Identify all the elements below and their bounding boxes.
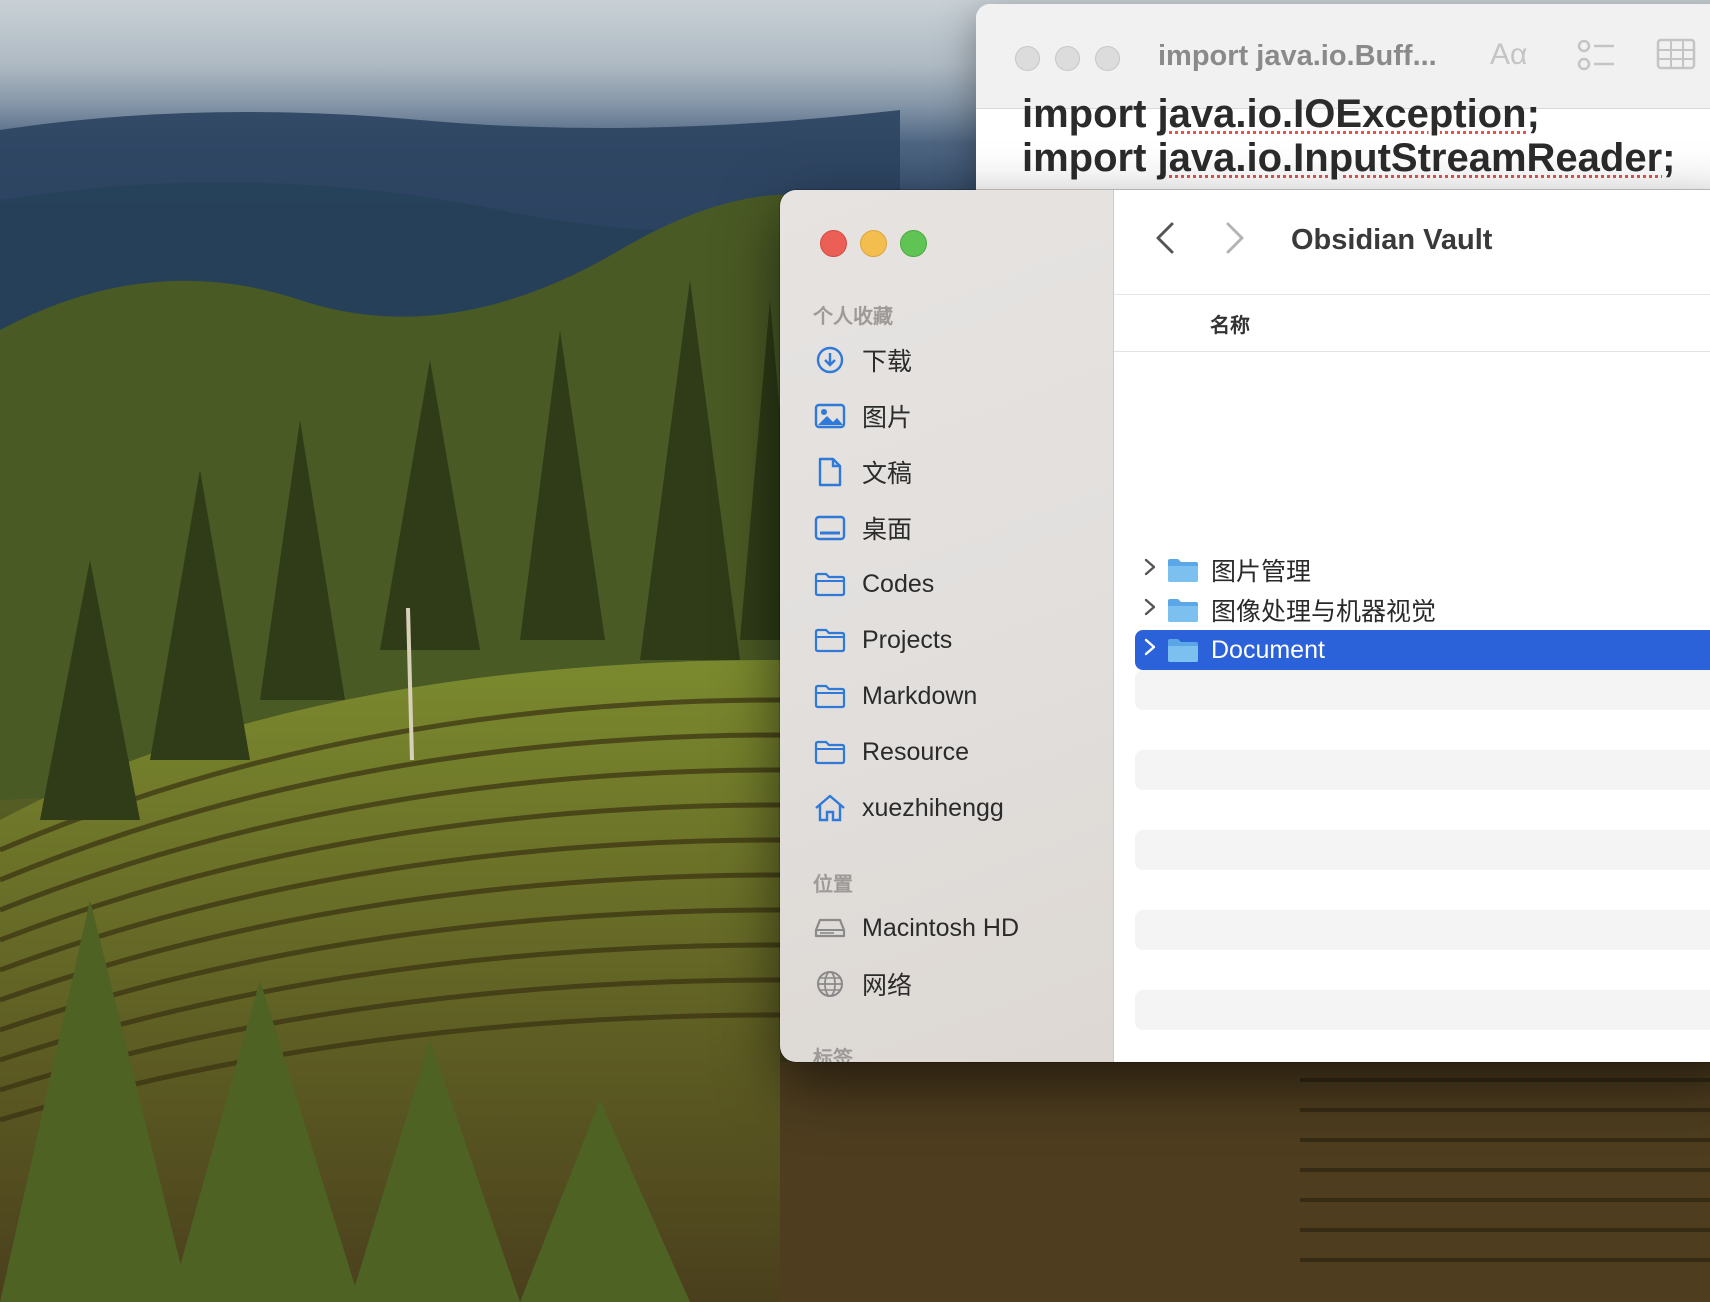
- code-text[interactable]: x import java.io.IOException; import jav…: [1022, 90, 1675, 180]
- code-line: import java.io.InputStreamReader;: [1022, 136, 1675, 180]
- home-icon: [812, 790, 848, 826]
- finder-content[interactable]: Obsidian Vault 名称 图片管理 图像处理与机器视觉 Documen…: [1114, 190, 1710, 1062]
- favorites-section-title: 个人收藏: [813, 306, 893, 328]
- disclosure-chevron-icon[interactable]: [1135, 557, 1165, 583]
- semicolon: ;: [1526, 92, 1540, 136]
- harddisk-icon: [812, 910, 848, 946]
- sidebar-item-label: 文稿: [862, 460, 913, 488]
- back-button[interactable]: [1154, 220, 1176, 265]
- photos-icon: [812, 398, 848, 434]
- misspelled-text: java.io.InputStreamReader: [1157, 136, 1663, 180]
- misspelled-text: java.io.IOException: [1157, 92, 1527, 136]
- document-icon: [812, 454, 848, 490]
- folder-icon: [1168, 639, 1198, 662]
- empty-row: [1135, 990, 1710, 1030]
- sidebar-item-label: Markdown: [862, 681, 978, 710]
- column-header-label: 名称: [1210, 315, 1250, 337]
- window-title: import java.io.Buff...: [1158, 40, 1437, 72]
- list-item[interactable]: 图像处理与机器视觉: [1135, 590, 1710, 630]
- forward-button[interactable]: [1224, 220, 1246, 265]
- locations-section-title: 位置: [813, 874, 853, 896]
- font-icon[interactable]: Aα: [1490, 38, 1527, 72]
- sidebar-item-label: 图片: [862, 404, 913, 432]
- folder-icon: [812, 734, 848, 770]
- sidebar-item-pictures[interactable]: 图片: [812, 394, 1102, 438]
- empty-row: [1135, 830, 1710, 870]
- sidebar-item-projects[interactable]: Projects: [812, 618, 1102, 662]
- sidebar-item-resource[interactable]: Resource: [812, 730, 1102, 774]
- close-button[interactable]: [820, 230, 847, 257]
- minimize-button[interactable]: [1055, 46, 1080, 71]
- zoom-button[interactable]: [1095, 46, 1120, 71]
- sidebar-item-label: Macintosh HD: [862, 913, 1019, 942]
- folder-icon: [812, 678, 848, 714]
- sidebar-item-label: 下载: [862, 348, 913, 376]
- finder-toolbar[interactable]: Obsidian Vault: [1114, 190, 1710, 294]
- semicolon: ;: [1662, 136, 1676, 180]
- keyword: import: [1022, 92, 1158, 136]
- folder-icon: [812, 622, 848, 658]
- download-icon: [812, 342, 848, 378]
- zoom-button[interactable]: [900, 230, 927, 257]
- disclosure-chevron-icon[interactable]: [1135, 597, 1165, 623]
- list-item[interactable]: 图片管理: [1135, 550, 1710, 590]
- file-name: 图像处理与机器视觉: [1211, 598, 1437, 626]
- disclosure-chevron-icon[interactable]: [1135, 637, 1165, 663]
- folder-title: Obsidian Vault: [1291, 224, 1493, 256]
- file-name: Document: [1211, 635, 1325, 664]
- sidebar-item-label: 桌面: [862, 516, 913, 544]
- sidebar-item-label: Resource: [862, 737, 969, 766]
- file-name: 图片管理: [1211, 558, 1312, 586]
- network-icon: [812, 966, 848, 1002]
- sidebar-item-label: Projects: [862, 625, 953, 654]
- folder-icon: [812, 566, 848, 602]
- finder-window[interactable]: 个人收藏 下载 图片 文稿 桌面 Codes Projects Markdown…: [780, 190, 1710, 1062]
- tags-section-title: 标签: [813, 1048, 853, 1062]
- code-line: x: [1022, 70, 1675, 92]
- finder-sidebar[interactable]: 个人收藏 下载 图片 文稿 桌面 Codes Projects Markdown…: [780, 190, 1114, 1062]
- keyword: import: [1022, 136, 1158, 180]
- chevron-left-icon: [1156, 222, 1174, 254]
- sidebar-item-desktop[interactable]: 桌面: [812, 506, 1102, 550]
- sidebar-item-label: 网络: [862, 972, 913, 1000]
- empty-row: [1135, 750, 1710, 790]
- sidebar-item-network[interactable]: 网络: [812, 962, 1102, 1006]
- sidebar-item-label: Codes: [862, 569, 935, 598]
- sidebar-item-macintosh-hd[interactable]: Macintosh HD: [812, 906, 1102, 950]
- sidebar-item-codes[interactable]: Codes: [812, 562, 1102, 606]
- empty-row: [1135, 670, 1710, 710]
- sidebar-item-home[interactable]: xuezhihengg: [812, 786, 1102, 830]
- folder-icon: [1168, 599, 1198, 622]
- close-button[interactable]: [1015, 46, 1040, 71]
- folder-icon: [1168, 559, 1198, 582]
- column-header-name[interactable]: 名称: [1114, 294, 1710, 352]
- sidebar-item-label: xuezhihengg: [862, 793, 1004, 822]
- empty-row: [1135, 910, 1710, 950]
- sidebar-item-markdown[interactable]: Markdown: [812, 674, 1102, 718]
- code-line: import java.io.IOException;: [1022, 92, 1675, 136]
- list-item-selected[interactable]: Document: [1135, 630, 1710, 670]
- minimize-button[interactable]: [860, 230, 887, 257]
- desktop-icon: [812, 510, 848, 546]
- sidebar-item-documents[interactable]: 文稿: [812, 450, 1102, 494]
- chevron-right-icon: [1226, 222, 1244, 254]
- sidebar-item-downloads[interactable]: 下载: [812, 338, 1102, 382]
